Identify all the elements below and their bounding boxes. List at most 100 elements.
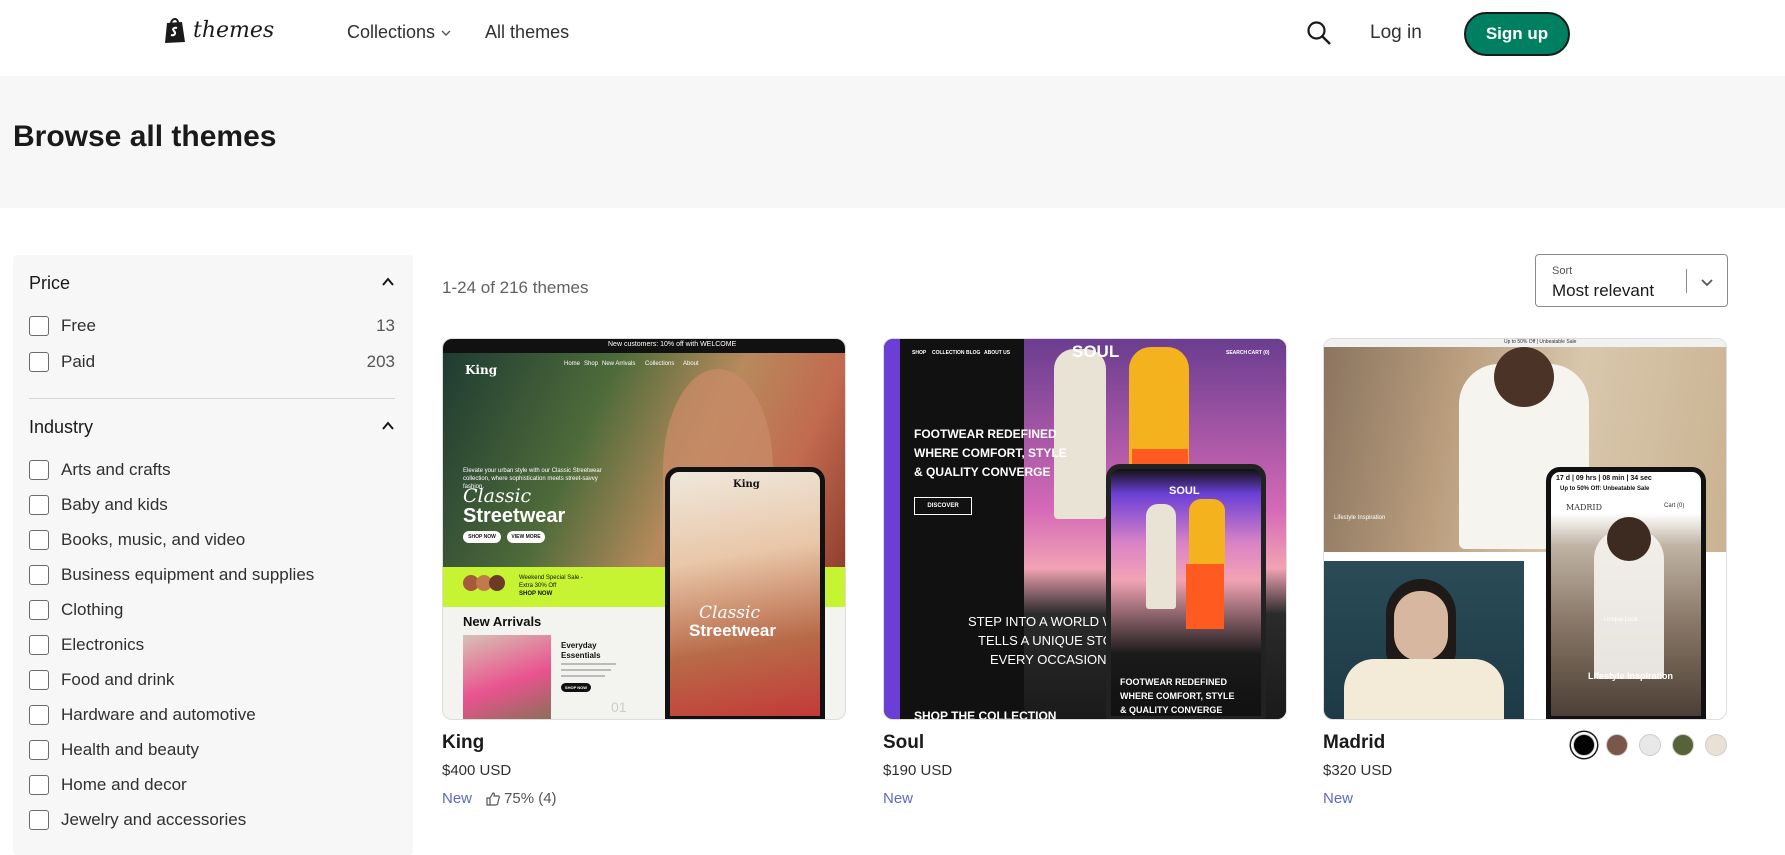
price-option-paid[interactable]: Paid 203 xyxy=(29,352,395,372)
preview-product-image xyxy=(463,635,551,719)
option-count: 13 xyxy=(376,316,395,335)
preview-page-number: 01 xyxy=(611,699,627,715)
checkbox[interactable] xyxy=(29,705,49,725)
theme-name[interactable]: King xyxy=(442,732,846,754)
preview-menu: Shop xyxy=(584,361,599,367)
color-swatch[interactable] xyxy=(1573,734,1595,756)
checkbox[interactable] xyxy=(29,316,49,336)
preview-phone-model-hair xyxy=(1607,517,1651,561)
industry-filter-title[interactable]: Industry xyxy=(29,417,93,438)
preview-phone-mockup xyxy=(665,467,825,719)
chevron-down-icon xyxy=(1701,279,1713,287)
preview-menu: SEARCH xyxy=(1226,350,1248,356)
industry-option[interactable]: Electronics xyxy=(29,635,144,655)
top-navigation: themes Collections All themes Log in Sig… xyxy=(0,0,1785,76)
filter-sidebar: Price Free 13 Paid 203 Industry Arts and… xyxy=(13,255,413,855)
preview-model-hair xyxy=(1494,347,1554,407)
preview-card-text-line xyxy=(561,675,605,677)
checkbox[interactable] xyxy=(29,740,49,760)
checkbox[interactable] xyxy=(29,352,49,372)
industry-option[interactable]: Arts and crafts xyxy=(29,460,171,480)
option-label: Books, music, and video xyxy=(61,530,246,549)
color-swatch[interactable] xyxy=(1606,734,1628,756)
checkbox[interactable] xyxy=(29,670,49,690)
preview-phone-model xyxy=(1186,564,1224,629)
search-icon[interactable] xyxy=(1306,20,1332,46)
preview-promo-text: Extra 30% Off xyxy=(519,583,557,589)
color-swatches xyxy=(1573,734,1727,756)
preview-headline: Classic xyxy=(463,485,532,507)
sort-select[interactable]: Sort Most relevant xyxy=(1535,254,1728,307)
price-filter-title[interactable]: Price xyxy=(29,273,70,294)
color-swatch[interactable] xyxy=(1639,734,1661,756)
checkbox[interactable] xyxy=(29,460,49,480)
checkbox[interactable] xyxy=(29,775,49,795)
industry-option[interactable]: Books, music, and video xyxy=(29,530,245,550)
theme-preview-image[interactable]: SOUL SHOP COLLECTION BLOG ABOUT US SEARC… xyxy=(883,338,1287,720)
option-label: Business equipment and supplies xyxy=(61,565,315,584)
industry-option[interactable]: Home and decor xyxy=(29,775,187,795)
nav-collections[interactable]: Collections xyxy=(347,22,451,43)
option-count: 203 xyxy=(366,352,395,371)
theme-price: $320 USD xyxy=(1323,762,1393,779)
sort-value: Most relevant xyxy=(1552,281,1655,300)
industry-option[interactable]: Jewelry and accessories xyxy=(29,810,246,830)
theme-preview-image[interactable]: New customers: 10% off with WELCOME King… xyxy=(442,338,846,720)
preview-button: SHOP NOW xyxy=(561,683,591,692)
chevron-up-icon[interactable] xyxy=(381,275,395,289)
preview-promo-text: Weekend Special Sale - xyxy=(519,575,583,581)
theme-card-king[interactable]: New customers: 10% off with WELCOME King… xyxy=(442,338,846,807)
theme-meta: New 75% (4) xyxy=(442,790,846,807)
color-swatch[interactable] xyxy=(1672,734,1694,756)
chevron-down-icon xyxy=(441,30,451,36)
checkbox[interactable] xyxy=(29,810,49,830)
preview-story: EVERY OCCASION A xyxy=(990,652,1119,667)
theme-card-madrid[interactable]: Up to 50% Off | Unbeatable Sale Lifestyl… xyxy=(1323,338,1727,807)
preview-phone-headline: & QUALITY CONVERGE xyxy=(1120,705,1223,715)
option-label: Hardware and automotive xyxy=(61,705,256,724)
option-label: Food and drink xyxy=(61,670,175,689)
checkbox[interactable] xyxy=(29,530,49,550)
industry-option[interactable]: Business equipment and supplies xyxy=(29,565,314,585)
industry-option[interactable]: Hardware and automotive xyxy=(29,705,256,725)
industry-option[interactable]: Clothing xyxy=(29,600,123,620)
preview-story: TELLS A UNIQUE STO xyxy=(978,633,1113,648)
preview-card-title: Essentials xyxy=(561,651,601,660)
checkbox[interactable] xyxy=(29,565,49,585)
checkbox[interactable] xyxy=(29,600,49,620)
page-title: Browse all themes xyxy=(13,120,277,153)
theme-price: $190 USD xyxy=(883,762,953,779)
theme-name[interactable]: Soul xyxy=(883,732,1287,754)
theme-card-soul[interactable]: SOUL SHOP COLLECTION BLOG ABOUT US SEARC… xyxy=(883,338,1287,807)
preview-phone-model xyxy=(1146,504,1176,609)
preview-phone-model xyxy=(1189,499,1225,569)
nav-all-themes-label: All themes xyxy=(485,22,570,42)
preview-menu: About xyxy=(683,361,699,367)
preview-phone-brand: SOUL xyxy=(1169,485,1200,497)
checkbox[interactable] xyxy=(29,495,49,515)
checkbox[interactable] xyxy=(29,635,49,655)
price-option-free[interactable]: Free 13 xyxy=(29,316,395,336)
color-swatch[interactable] xyxy=(1705,734,1727,756)
industry-option[interactable]: Baby and kids xyxy=(29,495,168,515)
preview-countdown: 17 d | 09 hrs | 08 min | 34 sec xyxy=(1556,475,1652,482)
login-link[interactable]: Log in xyxy=(1370,22,1422,44)
theme-preview-image[interactable]: Up to 50% Off | Unbeatable Sale Lifestyl… xyxy=(1323,338,1727,720)
theme-rating: 75% (4) xyxy=(486,790,557,807)
preview-phone-headline: WHERE COMFORT, STYLE xyxy=(1120,691,1235,701)
preview-headline: WHERE COMFORT, STYLE xyxy=(914,446,1067,460)
industry-option[interactable]: Food and drink xyxy=(29,670,174,690)
preview-cart: Cart (0) xyxy=(1664,503,1685,509)
preview-brand: King xyxy=(465,363,498,377)
preview-phone-headline: Streetwear xyxy=(689,621,776,640)
theme-meta: New xyxy=(1323,790,1727,807)
preview-menu: COLLECTION xyxy=(932,350,965,356)
new-badge: New xyxy=(442,790,473,807)
rating-text: 75% (4) xyxy=(504,790,557,807)
chevron-up-icon[interactable] xyxy=(381,419,395,433)
industry-option[interactable]: Health and beauty xyxy=(29,740,199,760)
shopify-themes-logo[interactable]: themes xyxy=(163,16,274,44)
preview-phone-brand: King xyxy=(733,479,760,490)
signup-button[interactable]: Sign up xyxy=(1464,12,1570,56)
nav-all-themes[interactable]: All themes xyxy=(485,22,569,43)
